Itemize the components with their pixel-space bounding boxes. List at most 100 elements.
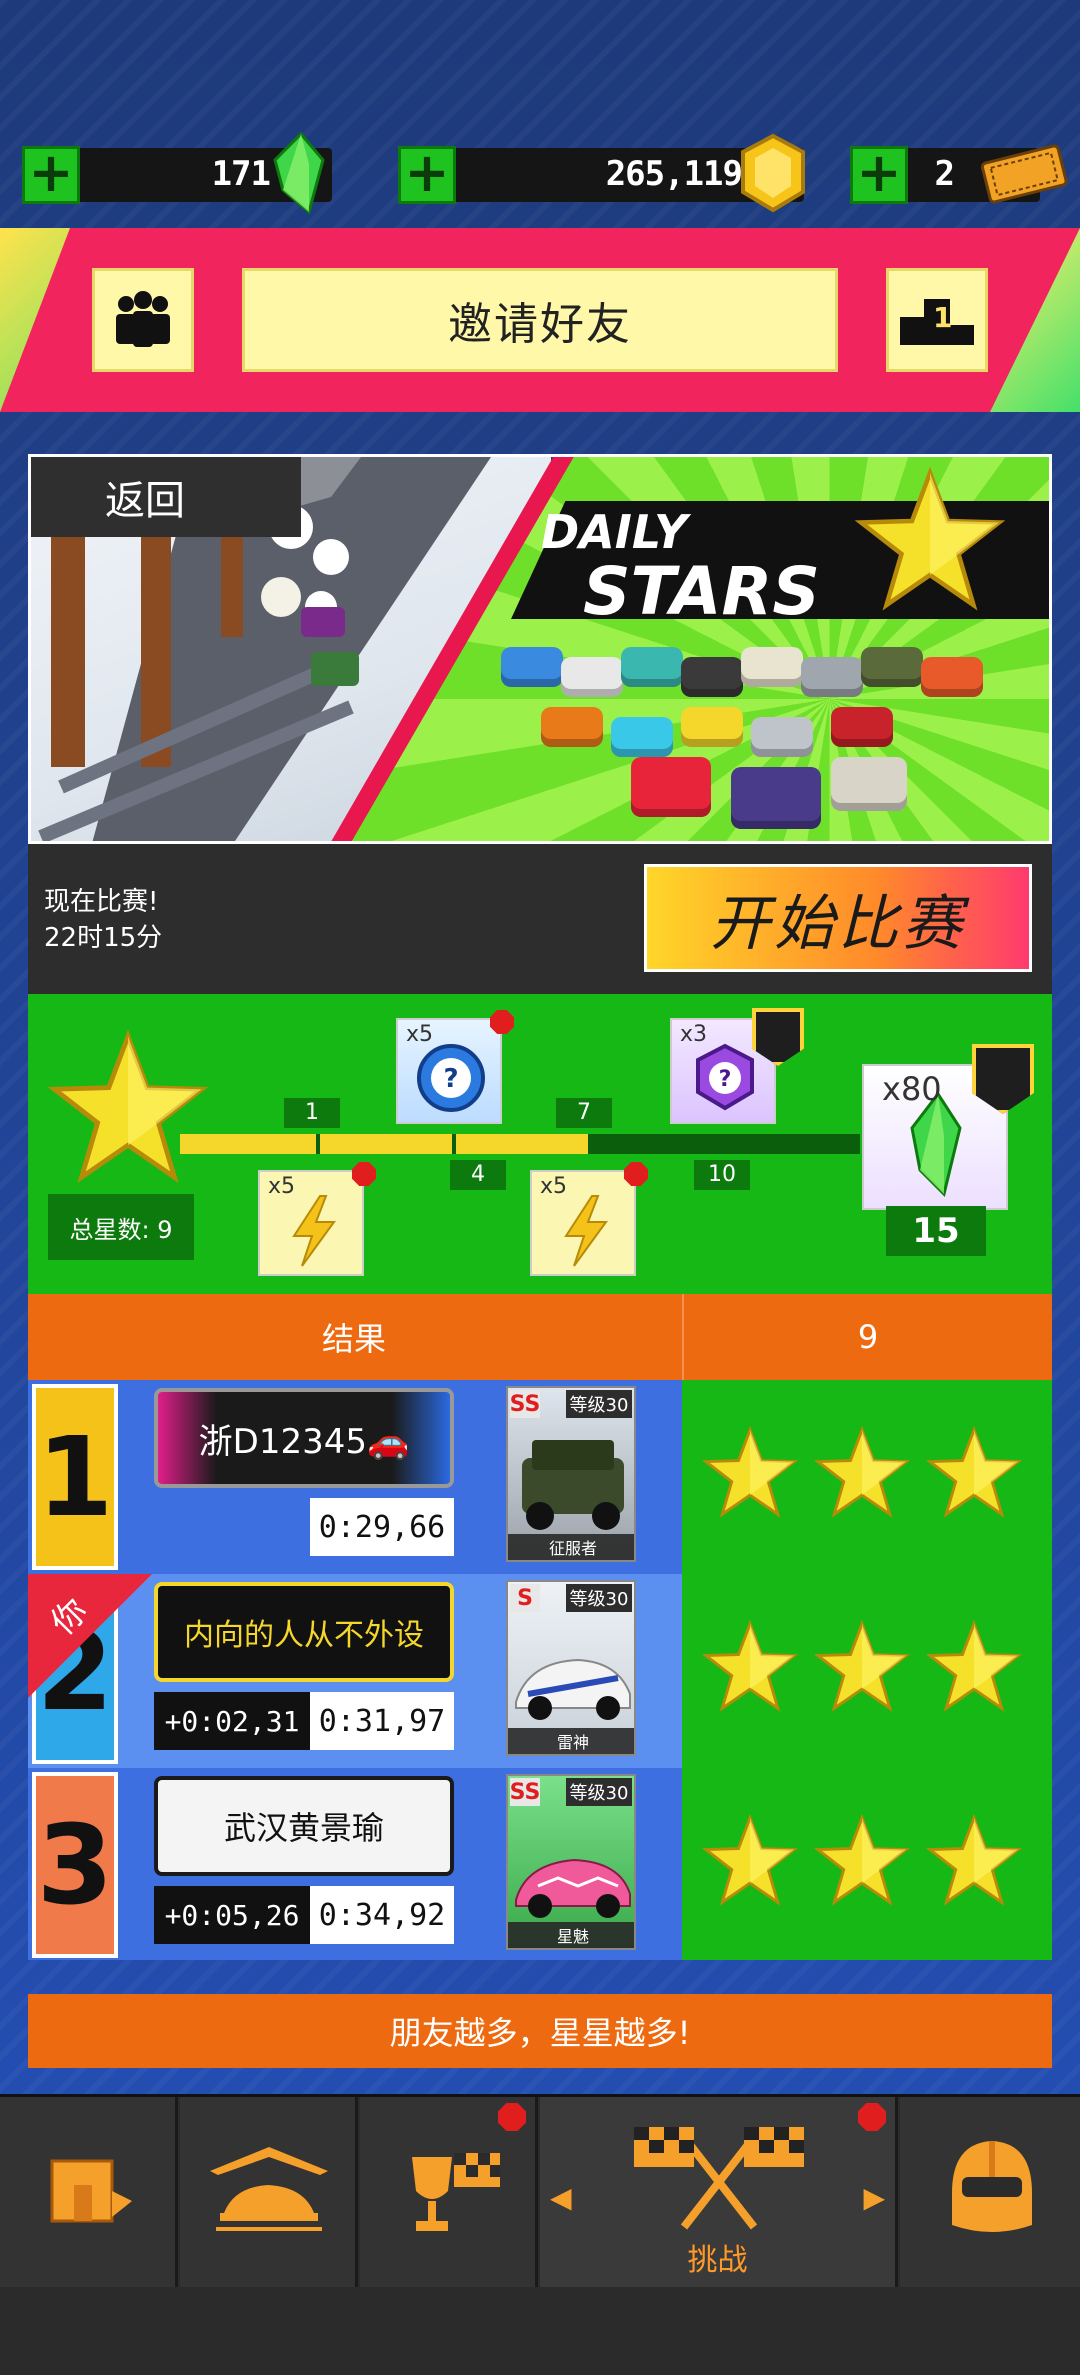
notification-dot	[858, 2103, 886, 2131]
time-difference: +0:05,26	[154, 1886, 310, 1944]
results-table: 1 浙D12345🚗 0:29,66 SS 等级30 征服者 2 你 内向的人从…	[28, 1380, 1052, 1960]
tickets-counter: + 2	[850, 144, 1068, 204]
car-name: 征服者	[508, 1534, 634, 1560]
rank-number: 1	[933, 301, 953, 334]
star-progress: 总星数: 9 1 4 7 10 x5 x5 ? x5 x3 ? x80 15	[28, 994, 1052, 1294]
shop-icon	[50, 2159, 132, 2223]
group-icon	[116, 291, 170, 347]
total-stars-label: 总星数: 9	[48, 1194, 194, 1260]
event-banner: 返回 DAILY STARS	[28, 454, 1052, 844]
invite-friends-button[interactable]: 邀请好友	[242, 268, 838, 372]
car-cream	[741, 647, 803, 687]
nav-events[interactable]	[360, 2097, 538, 2287]
social-header: 邀请好友 1	[0, 228, 1080, 412]
back-button[interactable]: 返回	[31, 457, 301, 537]
nav-profile[interactable]	[900, 2097, 1080, 2287]
car-black	[681, 657, 743, 697]
reward-count: x5	[268, 1174, 296, 1199]
event-title-line1: DAILY	[541, 505, 688, 559]
rank-badge: 1	[32, 1384, 118, 1570]
car-grey	[751, 717, 813, 757]
reward-boost[interactable]: x5	[530, 1162, 648, 1276]
nav-challenge[interactable]: ◀ ▶ 挑战	[540, 2097, 898, 2287]
milestone-label: 1	[284, 1098, 340, 1128]
earned-star-icon	[925, 1619, 1023, 1716]
car-class-badge: SS	[509, 1390, 541, 1418]
nav-garage[interactable]	[180, 2097, 358, 2287]
car-name: 星魅	[508, 1922, 634, 1948]
result-row[interactable]: 1 浙D12345🚗 0:29,66 SS 等级30 征服者	[28, 1380, 682, 1574]
progress-tick	[588, 1134, 592, 1154]
start-race-button[interactable]: 开始比赛	[644, 864, 1032, 972]
car-name: 雷神	[508, 1728, 634, 1754]
earned-star-icon	[813, 1619, 911, 1716]
progress-tick	[452, 1134, 456, 1154]
car-level: 等级30	[566, 1778, 632, 1806]
car-olive	[861, 647, 923, 687]
add-coins-button[interactable]: +	[398, 146, 456, 204]
earned-star-icon	[925, 1813, 1023, 1910]
car-orange	[541, 707, 603, 747]
progress-bar	[180, 1134, 860, 1154]
reward-count: x3	[680, 1022, 708, 1047]
earned-star-icon	[813, 1425, 911, 1522]
reward-purple-crate[interactable]: x3 ?	[670, 1008, 804, 1124]
header-stripe-left	[0, 228, 70, 412]
reward-boost[interactable]: x5	[258, 1162, 376, 1276]
star-icon	[855, 467, 1005, 611]
milestone-label: 4	[450, 1160, 506, 1190]
reward-count: x5	[540, 1174, 568, 1199]
results-list: 1 浙D12345🚗 0:29,66 SS 等级30 征服者 2 你 内向的人从…	[28, 1380, 682, 1960]
time-difference: +0:02,31	[154, 1692, 310, 1750]
earned-star-icon	[701, 1619, 799, 1716]
results-column-title: 结果	[321, 1320, 386, 1358]
stars-earned-area	[682, 1380, 1052, 1960]
race-time: 0:31,97	[310, 1692, 454, 1750]
gem-icon	[273, 131, 325, 215]
progress-tick	[724, 1134, 728, 1154]
milestone-label: 10	[694, 1160, 750, 1190]
rank-badge: 3	[32, 1772, 118, 1958]
add-tickets-button[interactable]: +	[850, 146, 908, 204]
start-row: 现在比赛! 22时15分 开始比赛	[28, 844, 1052, 994]
car-card[interactable]: SS 等级30 星魅	[506, 1774, 636, 1950]
nav-shop[interactable]	[0, 2097, 178, 2287]
promo-banner: 朋友越多，星星越多!	[28, 1994, 1052, 2068]
speed-hunter-ticket-icon	[980, 144, 1068, 204]
car-card[interactable]: SS 等级30 征服者	[506, 1386, 636, 1562]
car-teal	[621, 647, 683, 687]
car-beige	[831, 757, 907, 811]
notification-dot	[498, 2103, 526, 2131]
car-white	[561, 657, 623, 697]
car-silver	[801, 657, 863, 697]
nav-prev-arrow-icon[interactable]: ◀	[550, 2181, 572, 2214]
result-row-you[interactable]: 2 你 内向的人从不外设 +0:02,31 0:31,97 S 等级30 雷神	[28, 1574, 682, 1768]
progress-fill	[180, 1134, 588, 1154]
leaderboard-button[interactable]: 1	[886, 268, 988, 372]
race-now-label: 现在比赛!	[44, 887, 159, 917]
player-name-plate: 武汉黄景瑜	[154, 1776, 454, 1876]
add-gems-button[interactable]: +	[22, 146, 80, 204]
you-label: 你	[43, 1590, 96, 1644]
car-darkred	[831, 707, 893, 747]
friends-button[interactable]	[92, 268, 194, 372]
player-name-plate: 内向的人从不外设	[154, 1582, 454, 1682]
progress-tick	[316, 1134, 320, 1154]
reward-blue-crate[interactable]: x5 ?	[396, 1010, 514, 1124]
car-card[interactable]: S 等级30 雷神	[506, 1580, 636, 1756]
car-level: 等级30	[566, 1390, 632, 1418]
stars-column-title: 9	[682, 1294, 1052, 1380]
race-now-text: 现在比赛! 22时15分	[44, 884, 162, 956]
car-cyan	[611, 717, 673, 757]
nav-next-arrow-icon[interactable]: ▶	[863, 2181, 885, 2214]
earned-star-icon	[701, 1813, 799, 1910]
earned-star-icon	[813, 1813, 911, 1910]
result-row[interactable]: 3 武汉黄景瑜 +0:05,26 0:34,92 SS 等级30 星魅	[28, 1768, 682, 1962]
final-reward-count: x80	[882, 1070, 942, 1108]
earned-star-icon	[925, 1425, 1023, 1522]
results-header: 结果 9	[28, 1294, 1052, 1380]
race-time: 0:29,66	[310, 1498, 454, 1556]
earned-star-icon	[701, 1425, 799, 1522]
crossed-flags-icon	[634, 2127, 804, 2230]
race-time: 0:34,92	[310, 1886, 454, 1944]
